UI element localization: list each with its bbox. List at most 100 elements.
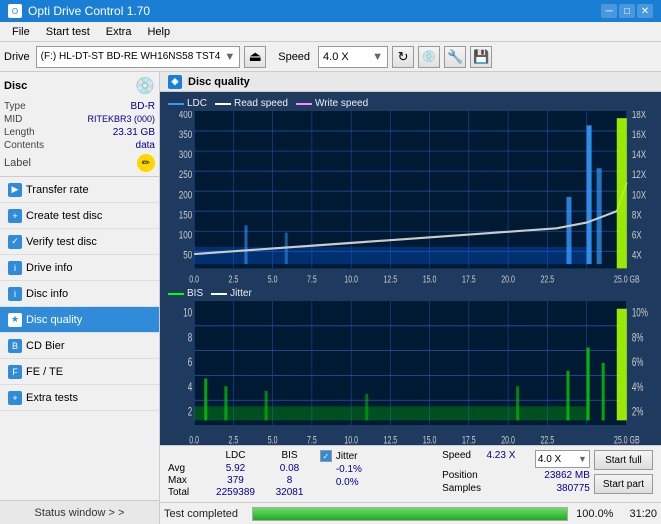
nav-drive-info[interactable]: i Drive info — [0, 255, 159, 281]
svg-text:17.5: 17.5 — [462, 434, 476, 446]
svg-text:7.5: 7.5 — [307, 273, 317, 285]
svg-text:17.5: 17.5 — [462, 273, 476, 285]
disc-mid-label: MID — [4, 114, 22, 125]
eject-button[interactable]: ⏏ — [244, 46, 266, 68]
menu-start-test[interactable]: Start test — [38, 24, 98, 40]
close-button[interactable]: ✕ — [637, 4, 653, 18]
titlebar-left: O Opti Drive Control 1.70 — [8, 4, 150, 18]
nav-verify-test-disc[interactable]: ✓ Verify test disc — [0, 229, 159, 255]
nav-disc-quality[interactable]: ★ Disc quality — [0, 307, 159, 333]
ldc-legend-item: LDC — [168, 98, 207, 109]
ldc-legend-label: LDC — [187, 98, 207, 109]
disc-type-label: Type — [4, 101, 26, 112]
progress-track — [252, 507, 568, 521]
maximize-button[interactable]: □ — [619, 4, 635, 18]
svg-text:15.0: 15.0 — [423, 434, 437, 446]
drive-info-icon: i — [8, 261, 22, 275]
menu-file[interactable]: File — [4, 24, 38, 40]
disc-button[interactable]: 💿 — [418, 46, 440, 68]
svg-text:300: 300 — [179, 149, 193, 162]
avg-bis: 0.08 — [267, 463, 312, 474]
svg-text:4%: 4% — [632, 381, 644, 394]
svg-text:22.5: 22.5 — [540, 273, 554, 285]
refresh-button[interactable]: ↻ — [392, 46, 414, 68]
avg-ldc: 5.92 — [208, 463, 263, 474]
max-jitter: 0.0% — [320, 477, 438, 488]
titlebar-controls[interactable]: ─ □ ✕ — [601, 4, 653, 18]
svg-text:6X: 6X — [632, 229, 642, 242]
total-ldc: 2259389 — [208, 487, 263, 498]
progress-percent: 100.0% — [576, 508, 613, 520]
nav-verify-test-disc-label: Verify test disc — [26, 236, 97, 248]
svg-text:18X: 18X — [632, 111, 647, 122]
writespeed-legend-color — [296, 103, 312, 105]
max-label: Max — [168, 475, 204, 486]
readspeed-legend-item: Read speed — [215, 98, 288, 109]
start-part-button[interactable]: Start part — [594, 474, 653, 494]
disc-mid-value: RITEKBR3 (000) — [87, 114, 155, 125]
max-ldc: 379 — [208, 475, 263, 486]
main-layout: Disc 💿 Type BD-R MID RITEKBR3 (000) Leng… — [0, 72, 661, 524]
svg-text:14X: 14X — [632, 149, 647, 162]
svg-text:10.0: 10.0 — [344, 273, 358, 285]
nav-disc-info[interactable]: i Disc info — [0, 281, 159, 307]
drive-combo[interactable]: (F:) HL-DT-ST BD-RE WH16NS58 TST4 ▼ — [36, 46, 241, 68]
nav-extra-tests-label: Extra tests — [26, 392, 78, 404]
position-label: Position — [442, 470, 478, 481]
svg-text:8%: 8% — [632, 332, 644, 345]
writespeed-legend-label: Write speed — [315, 98, 368, 109]
charts-container: LDC Read speed Write speed — [160, 92, 661, 445]
speed-value: 4.0 X — [323, 51, 349, 63]
nav-fe-te-label: FE / TE — [26, 366, 63, 378]
total-bis: 32081 — [267, 487, 312, 498]
svg-text:8X: 8X — [632, 209, 642, 222]
nav-extra-tests[interactable]: + Extra tests — [0, 385, 159, 411]
disc-length-label: Length — [4, 127, 35, 138]
disc-contents-label: Contents — [4, 140, 44, 151]
svg-text:16X: 16X — [632, 129, 647, 142]
disc-label-row: Label ✏ — [4, 152, 155, 172]
disc-info-icon: i — [8, 287, 22, 301]
save-button[interactable]: 💾 — [470, 46, 492, 68]
minimize-button[interactable]: ─ — [601, 4, 617, 18]
drive-label: Drive — [4, 51, 30, 63]
top-chart: LDC Read speed Write speed — [164, 96, 657, 282]
svg-text:10.0: 10.0 — [344, 434, 358, 446]
menubar: File Start test Extra Help — [0, 22, 661, 42]
menu-extra[interactable]: Extra — [98, 24, 140, 40]
verify-test-disc-icon: ✓ — [8, 235, 22, 249]
status-window-button[interactable]: Status window > > — [0, 500, 159, 524]
svg-text:50: 50 — [183, 249, 192, 262]
disc-label-label: Label — [4, 157, 31, 169]
samples-value: 380775 — [557, 483, 590, 494]
drive-value: (F:) HL-DT-ST BD-RE WH16NS58 TST4 — [41, 51, 221, 62]
disc-icon: 💿 — [135, 76, 155, 96]
samples-label: Samples — [442, 483, 481, 494]
nav-transfer-rate-label: Transfer rate — [26, 184, 89, 196]
svg-text:4: 4 — [188, 381, 193, 394]
nav-cd-bier-label: CD Bier — [26, 340, 65, 352]
settings-button[interactable]: 🔧 — [444, 46, 466, 68]
menu-help[interactable]: Help — [139, 24, 178, 40]
bottom-legend: BIS Jitter — [164, 286, 657, 301]
svg-text:15.0: 15.0 — [423, 273, 437, 285]
nav-create-test-disc[interactable]: + Create test disc — [0, 203, 159, 229]
status-text: Test completed — [164, 508, 244, 520]
svg-text:10X: 10X — [632, 189, 647, 202]
speed-combo[interactable]: 4.0 X ▼ — [318, 46, 388, 68]
sidebar: Disc 💿 Type BD-R MID RITEKBR3 (000) Leng… — [0, 72, 160, 524]
svg-text:12.5: 12.5 — [384, 273, 398, 285]
bis-legend-item: BIS — [168, 288, 203, 299]
nav-transfer-rate[interactable]: ▶ Transfer rate — [0, 177, 159, 203]
content-header-icon — [168, 75, 182, 89]
jitter-legend-item: Jitter — [211, 288, 252, 299]
nav-fe-te[interactable]: F FE / TE — [0, 359, 159, 385]
disc-type-row: Type BD-R — [4, 100, 155, 113]
content-title: Disc quality — [188, 76, 250, 88]
content-area: Disc quality LDC Read speed Wri — [160, 72, 661, 524]
nav-cd-bier[interactable]: B CD Bier — [0, 333, 159, 359]
svg-text:6: 6 — [188, 357, 193, 370]
cd-bier-icon: B — [8, 339, 22, 353]
svg-text:150: 150 — [179, 209, 193, 222]
label-icon-button[interactable]: ✏ — [137, 154, 155, 172]
